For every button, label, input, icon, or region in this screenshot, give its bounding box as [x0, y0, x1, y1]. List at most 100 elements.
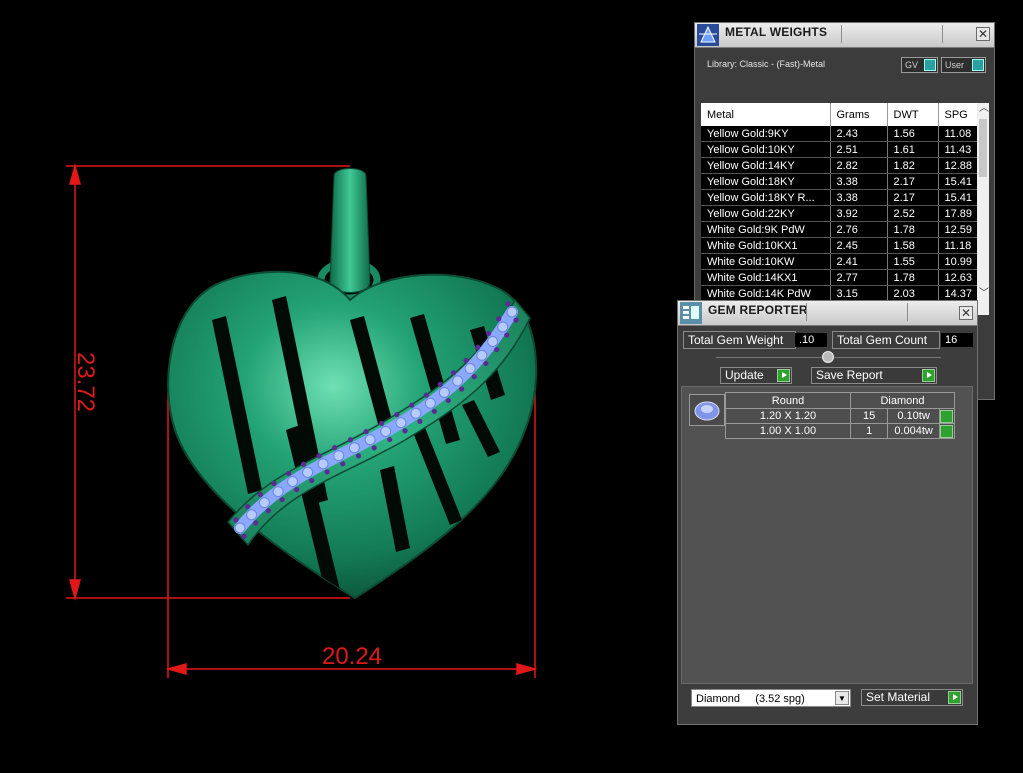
- play-arrow-icon: [922, 369, 935, 382]
- metal-cell-dwt: 1.58: [887, 237, 939, 254]
- metal-cell-spg: 15.41: [938, 173, 977, 190]
- metal-row[interactable]: White Gold:14K PdW 3.15 2.03 14.37: [701, 285, 977, 301]
- height-dimension-label: 23.72: [72, 352, 99, 412]
- prong: [486, 330, 492, 336]
- metal-weights-titlebar[interactable]: METAL WEIGHTS ✕: [695, 23, 994, 48]
- metal-row[interactable]: White Gold:14KX1 2.77 1.78 12.63: [701, 269, 977, 286]
- gem-stone: [487, 335, 499, 347]
- gem-report-icon: [680, 302, 702, 324]
- metal-cell-spg: 10.99: [938, 253, 977, 270]
- prong: [244, 504, 251, 510]
- metal-cell-dwt: 2.52: [887, 205, 939, 222]
- gem-weight-cell: 0.10tw: [887, 408, 940, 424]
- column-header-spg[interactable]: SPG: [938, 103, 977, 126]
- gem-row-action[interactable]: [938, 423, 956, 439]
- metal-cell-grams: 3.15: [830, 285, 888, 301]
- metal-cell-dwt: 2.03: [887, 285, 939, 301]
- gem-size-cell: 1.20 X 1.20: [725, 408, 851, 424]
- close-icon[interactable]: ✕: [959, 306, 973, 320]
- scale-icon: [697, 24, 719, 46]
- gem-count-cell: 1: [849, 423, 889, 439]
- gem-reporter-title: GEM REPORTER: [708, 303, 808, 317]
- prong: [355, 453, 362, 459]
- play-arrow-icon[interactable]: [940, 409, 954, 423]
- metal-cell-spg: 12.88: [938, 157, 977, 174]
- gem-material-header: Diamond: [850, 392, 955, 409]
- total-gem-weight-label: Total Gem Weight: [683, 331, 796, 349]
- collapse-toggle[interactable]: [822, 351, 834, 363]
- prong: [445, 397, 451, 404]
- save-report-button[interactable]: Save Report: [811, 367, 937, 384]
- play-arrow-icon: [948, 691, 961, 704]
- metal-cell-grams: 2.82: [830, 157, 888, 174]
- column-header-metal[interactable]: Metal: [701, 103, 831, 126]
- gem-row[interactable]: 1.00 X 1.00 1 0.004tw: [725, 423, 956, 439]
- scroll-up-icon[interactable]: ︿: [979, 104, 989, 114]
- prong: [459, 386, 465, 392]
- prong: [471, 374, 477, 380]
- chevron-down-icon[interactable]: ▼: [835, 691, 849, 705]
- metal-row[interactable]: Yellow Gold:14KY 2.82 1.82 12.88: [701, 157, 977, 174]
- gem-row-action[interactable]: [938, 408, 956, 424]
- vertical-scrollbar[interactable]: ︿ ﹀: [977, 103, 989, 301]
- gem-reporter-panel: GEM REPORTER ✕ Total Gem Weight .10 Tota…: [677, 300, 978, 725]
- gem-list-area: Round Diamond 1.20 X 1.20 15 0.10tw 1.00 X …: [681, 386, 973, 684]
- metal-cell-metal: White Gold:10KW: [701, 253, 831, 270]
- metal-cell-spg: 17.89: [938, 205, 977, 222]
- metal-row[interactable]: Yellow Gold:10KY 2.51 1.61 11.43: [701, 141, 977, 158]
- play-arrow-icon[interactable]: [940, 424, 954, 438]
- gem-stone: [364, 434, 376, 446]
- prong: [409, 402, 415, 408]
- gem-stone: [424, 397, 436, 409]
- gem-stone: [246, 509, 258, 521]
- metal-cell-metal: White Gold:9K PdW: [701, 221, 831, 238]
- gem-reporter-body: Total Gem Weight .10 Total Gem Count 16 …: [678, 326, 977, 724]
- metal-cell-spg: 14.37: [938, 285, 977, 301]
- metal-row[interactable]: White Gold:10KX1 2.45 1.58 11.18: [701, 237, 977, 254]
- gv-toggle[interactable]: GV: [901, 57, 938, 73]
- metal-cell-spg: 11.18: [938, 237, 977, 254]
- library-label: Library: Classic - (Fast)-Metal: [707, 59, 826, 69]
- column-header-dwt[interactable]: DWT: [887, 103, 939, 126]
- metal-row[interactable]: White Gold:9K PdW 2.76 1.78 12.59: [701, 221, 977, 238]
- metal-cell-metal: Yellow Gold:18KY R...: [701, 189, 831, 206]
- set-material-button[interactable]: Set Material: [861, 689, 963, 706]
- update-button[interactable]: Update: [720, 367, 792, 384]
- gem-stone: [452, 375, 464, 387]
- metal-cell-metal: Yellow Gold:18KY: [701, 173, 831, 190]
- user-toggle[interactable]: User: [941, 57, 986, 73]
- gem-stone: [497, 321, 509, 333]
- gem-reporter-titlebar[interactable]: GEM REPORTER ✕: [678, 301, 977, 326]
- gem-stone: [272, 486, 284, 498]
- metal-row[interactable]: Yellow Gold:18KY 3.38 2.17 15.41: [701, 173, 977, 190]
- scrollbar-thumb[interactable]: [979, 119, 987, 177]
- metal-table: Metal Grams DWT SPG Yellow Gold:9KY 2.43 1…: [701, 103, 977, 301]
- metal-row[interactable]: Yellow Gold:22KY 3.92 2.52 17.89: [701, 205, 977, 222]
- metal-cell-grams: 2.51: [830, 141, 888, 158]
- metal-row[interactable]: Yellow Gold:18KY R... 3.38 2.17 15.41: [701, 189, 977, 206]
- gem-table-header: Round Diamond: [725, 392, 955, 409]
- scroll-down-icon[interactable]: ﹀: [979, 289, 989, 299]
- metal-cell-grams: 2.77: [830, 269, 888, 286]
- metal-row[interactable]: White Gold:10KW 2.41 1.55 10.99: [701, 253, 977, 270]
- gem-stone: [317, 458, 329, 470]
- metal-weights-title: METAL WEIGHTS: [725, 25, 828, 39]
- gem-row[interactable]: 1.20 X 1.20 15 0.10tw: [725, 408, 956, 424]
- metal-cell-metal: Yellow Gold:9KY: [701, 126, 831, 142]
- gem-table: Round Diamond 1.20 X 1.20 15 0.10tw 1.00 X …: [725, 392, 956, 439]
- toggle-knob: [972, 59, 984, 71]
- prong: [279, 497, 285, 503]
- round-gem-icon: [689, 394, 725, 426]
- prong: [379, 420, 385, 426]
- close-icon[interactable]: ✕: [976, 27, 990, 41]
- gem-stone: [476, 349, 488, 361]
- prong: [294, 487, 300, 493]
- heart-pendant: [167, 270, 538, 600]
- material-dropdown[interactable]: Diamond (3.52 spg) ▼: [691, 689, 851, 707]
- metal-row[interactable]: Yellow Gold:9KY 2.43 1.56 11.08: [701, 126, 977, 142]
- column-header-grams[interactable]: Grams: [830, 103, 888, 126]
- prong: [340, 461, 346, 467]
- user-toggle-label: User: [945, 60, 965, 70]
- prong: [271, 480, 277, 487]
- total-gem-count-label: Total Gem Count: [832, 331, 940, 349]
